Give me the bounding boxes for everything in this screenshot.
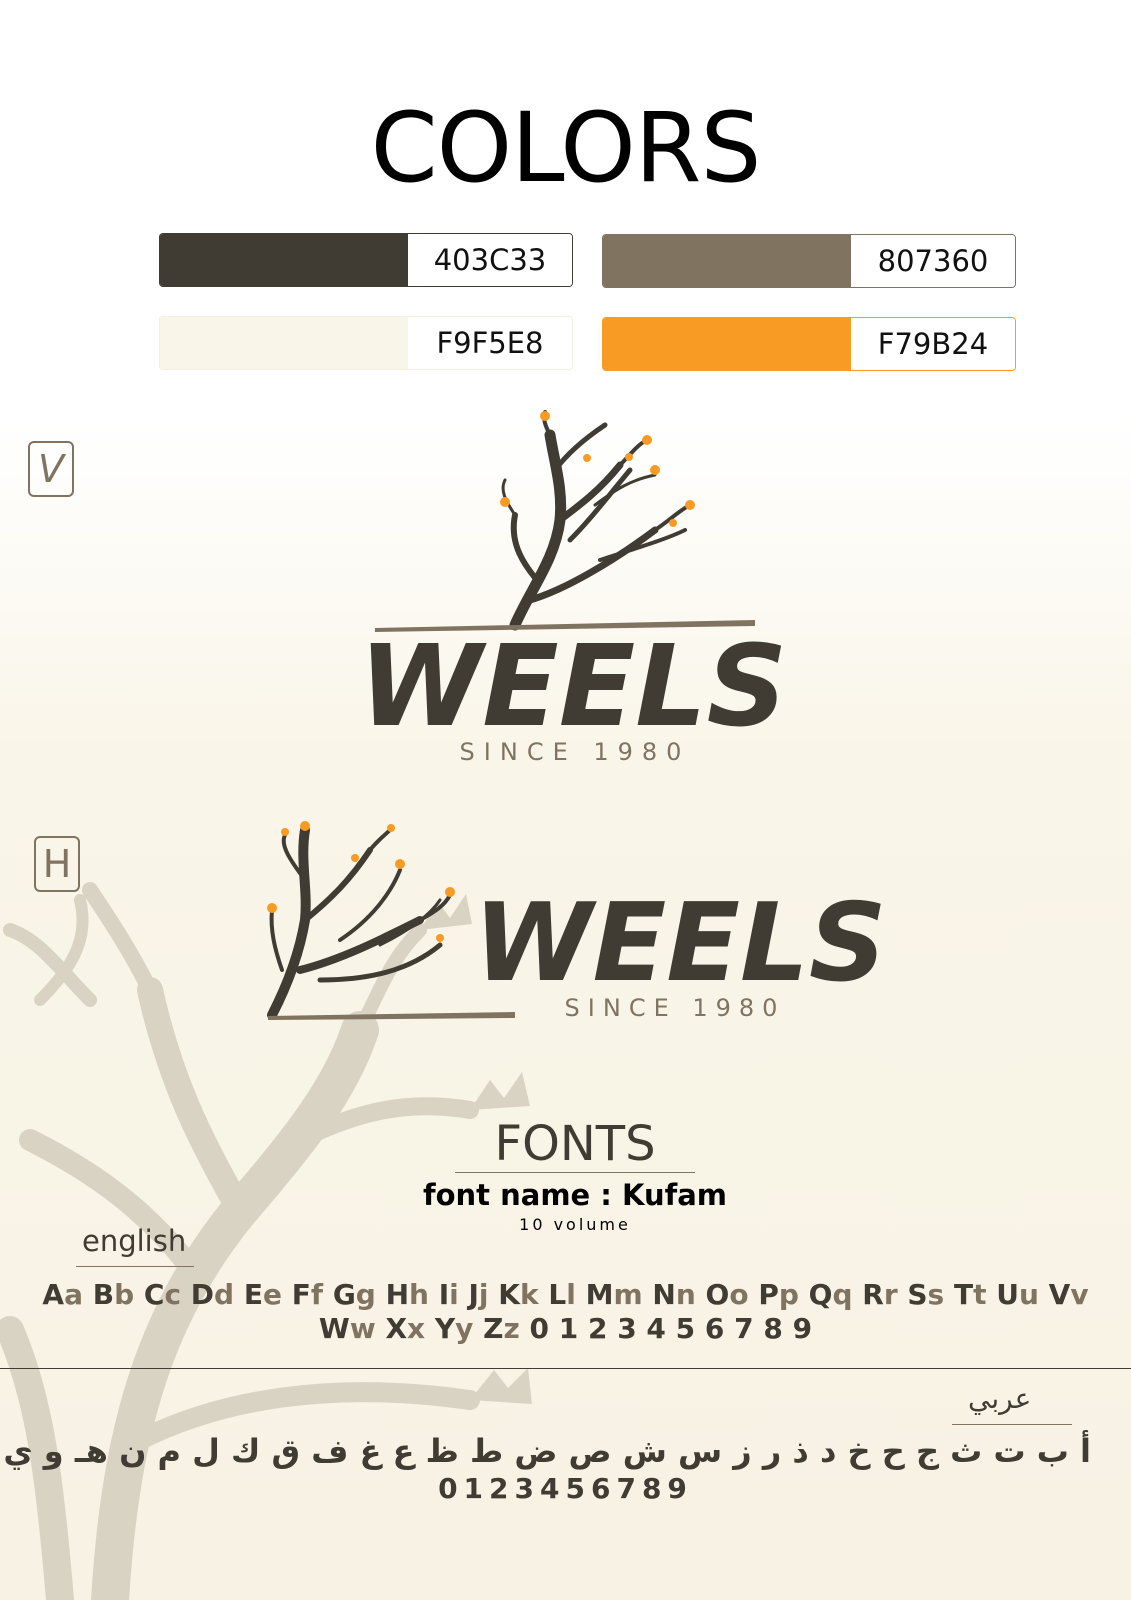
ground-line <box>268 1012 515 1020</box>
tree-icon <box>267 825 452 1020</box>
letter-pair: Ee <box>243 1278 282 1311</box>
colors-title: COLORS <box>370 92 762 204</box>
letter-pair: Hh <box>385 1278 429 1311</box>
letter-pair: Ii <box>438 1278 459 1311</box>
letter-pair: Dd <box>190 1278 235 1311</box>
letter-pair: Bb <box>92 1278 135 1311</box>
color-swatch-f9f5e8: F9F5E8 <box>159 316 573 370</box>
color-code: F9F5E8 <box>408 317 572 369</box>
letter-pair: Zz <box>483 1312 520 1345</box>
letter-pair: Qq <box>808 1278 853 1311</box>
letter-pair: Oo <box>705 1278 749 1311</box>
english-label: english <box>82 1224 187 1258</box>
color-chip <box>160 234 408 286</box>
arabic-alphabet: أ ب ت ث ج ح خ د ذ ر ز س ش ص ض ط ظ ع غ ف … <box>3 1432 1091 1470</box>
color-swatch-403c33: 403C33 <box>159 233 573 287</box>
color-chip <box>603 318 851 370</box>
color-code: F79B24 <box>851 318 1015 370</box>
letter-pair: Uu <box>996 1278 1039 1311</box>
letter-pair: Gg <box>332 1278 376 1311</box>
wordmark: WEELS <box>359 622 788 752</box>
arabic-label-underline <box>952 1424 1072 1425</box>
english-alphabet-row2: Ww Xx Yy Zz 0 1 2 3 4 5 6 7 8 9 <box>40 1312 1091 1345</box>
letter-pair: Ff <box>291 1278 324 1311</box>
color-swatch-807360: 807360 <box>602 234 1016 288</box>
arabic-label: عربي <box>968 1382 1032 1415</box>
font-volume: 10 volume <box>519 1215 631 1234</box>
letter-pair: Tt <box>953 1278 987 1311</box>
letter-pair: Mm <box>585 1278 643 1311</box>
font-name: font name : Kufam <box>422 1178 728 1212</box>
vertical-layout-badge: V <box>28 441 74 497</box>
letter-pair: Xx <box>385 1312 426 1345</box>
letter-pair: Yy <box>434 1312 474 1345</box>
wordmark: WEELS <box>473 881 886 1006</box>
english-label-underline <box>76 1266 194 1267</box>
color-swatch-f79b24: F79B24 <box>602 317 1016 371</box>
color-code: 403C33 <box>408 234 572 286</box>
section-divider <box>0 1368 1131 1369</box>
tagline: SINCE 1980 <box>460 738 691 766</box>
letter-pair: Ll <box>548 1278 576 1311</box>
tree-icon <box>501 410 692 631</box>
letter-pair: Vv <box>1048 1278 1089 1311</box>
arabic-digits: 0123456789 <box>438 1472 693 1505</box>
english-digits: 0 1 2 3 4 5 6 7 8 9 <box>529 1312 813 1345</box>
color-chip <box>160 317 408 369</box>
letter-pair: Kk <box>498 1278 539 1311</box>
fonts-title: FONTS <box>494 1116 656 1172</box>
tagline: SINCE 1980 <box>565 994 786 1022</box>
letter-pair: Cc <box>143 1278 182 1311</box>
horizontal-logo: WEELS SINCE 1980 <box>267 821 887 1022</box>
vertical-logo: WEELS SINCE 1980 <box>359 410 788 766</box>
letter-pair: Rr <box>862 1278 898 1311</box>
english-alphabet-row1: Aa Bb Cc Dd Ee Ff Gg Hh Ii Jj Kk Ll Mm N… <box>40 1278 1091 1311</box>
horizontal-layout-badge: H <box>34 836 80 892</box>
letter-pair: Pp <box>758 1278 799 1311</box>
color-code: 807360 <box>851 235 1015 287</box>
letter-pair: Jj <box>468 1278 489 1311</box>
letter-pair: Ww <box>318 1312 376 1345</box>
letter-pair: Aa <box>42 1278 83 1311</box>
letter-pair: Nn <box>652 1278 696 1311</box>
letter-pair: Ss <box>907 1278 945 1311</box>
fonts-title-underline <box>455 1172 695 1173</box>
color-chip <box>603 235 851 287</box>
